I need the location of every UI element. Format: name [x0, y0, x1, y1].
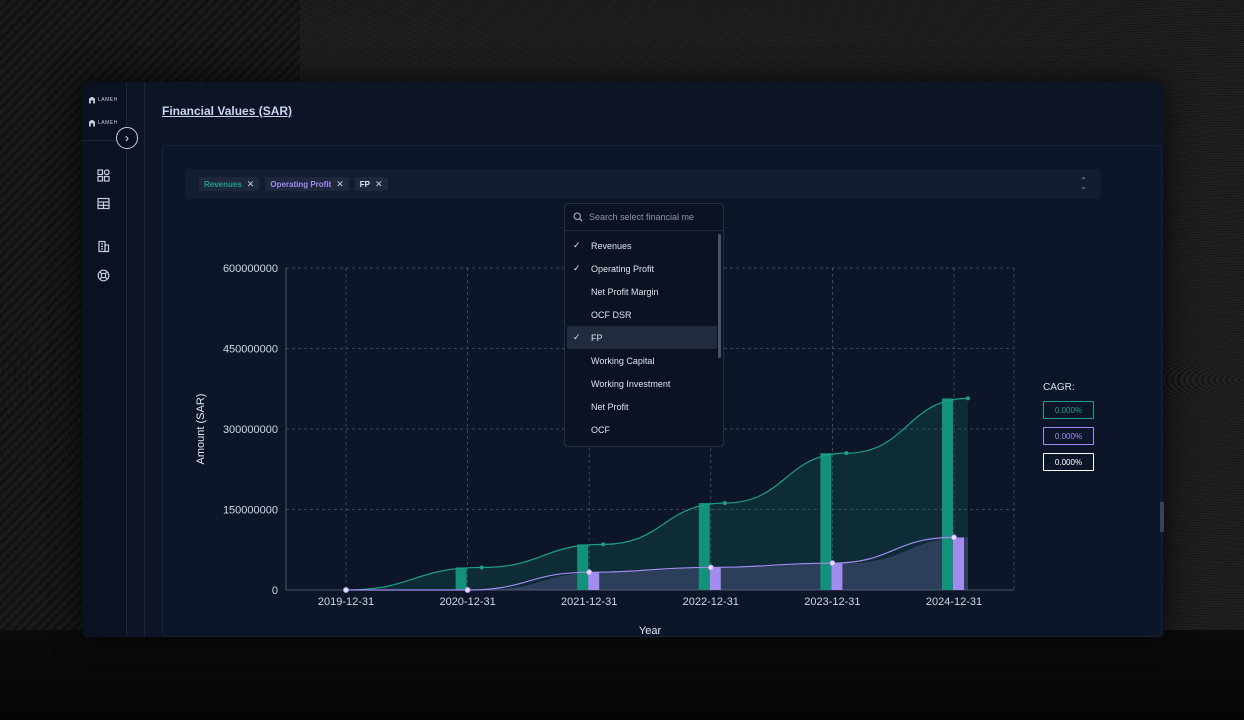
search-input[interactable]: Search select financial me: [589, 212, 694, 222]
y-tick-label: 150000000: [223, 505, 278, 517]
y-axis-label: Amount (SAR): [195, 394, 207, 465]
data-point: [586, 569, 593, 576]
option-label: Net Profit Margin: [591, 286, 659, 297]
data-point: [722, 501, 727, 506]
x-tick-label: 2020-12-31: [439, 596, 495, 608]
data-point: [464, 586, 471, 593]
dropdown-option[interactable]: ✓ FP: [567, 326, 717, 349]
metric-dropdown: Search select financial me ✓ Revenues ✓ Ope…: [564, 203, 724, 447]
cagr-title: CAGR:: [1043, 382, 1075, 393]
data-point: [966, 396, 970, 401]
option-label: Working Capital: [591, 355, 655, 366]
bar-operating-profit: [831, 563, 843, 590]
chip-label: Revenues: [204, 179, 242, 189]
x-tick-label: 2022-12-31: [683, 596, 739, 608]
chip-fp[interactable]: FP ✕: [354, 177, 388, 191]
check-icon: ✓: [573, 263, 581, 273]
data-point: [829, 560, 836, 567]
x-axis-label: Year: [639, 625, 662, 637]
option-label: Working Investment: [591, 378, 671, 389]
x-tick-label: 2024-12-31: [926, 596, 982, 608]
data-point: [951, 534, 958, 541]
data-point: [707, 564, 714, 571]
check-icon: ✓: [573, 332, 581, 342]
dropdown-option[interactable]: OCF DSR: [567, 303, 717, 326]
support-icon[interactable]: [96, 268, 110, 282]
logo-icon: [89, 96, 95, 104]
option-label: FP: [591, 332, 603, 343]
chip-label: Operating Profit: [270, 179, 332, 189]
dropdown-option[interactable]: ✓ Operating Profit: [567, 257, 717, 280]
scroll-handle[interactable]: [1160, 502, 1164, 532]
dropdown-option[interactable]: Net Profit: [567, 395, 717, 418]
chip-label: FP: [359, 179, 371, 189]
option-label: Net Profit: [591, 401, 629, 412]
bar-revenues: [820, 453, 832, 590]
background-bottom: [0, 630, 1244, 720]
bar-operating-profit: [953, 537, 964, 590]
page-title[interactable]: Financial Values (SAR): [162, 104, 292, 118]
bar-revenues: [698, 503, 710, 590]
data-point: [342, 586, 349, 593]
sidebar-toggle-button[interactable]: ›: [116, 127, 138, 149]
x-tick-label: 2019-12-31: [318, 596, 374, 608]
data-point: [601, 542, 606, 547]
building-icon[interactable]: [96, 239, 110, 253]
x-tick-label: 2023-12-31: [804, 596, 860, 608]
close-icon[interactable]: ✕: [336, 179, 344, 190]
close-icon[interactable]: ✕: [375, 179, 383, 190]
cagr-value-fp: 0.000%: [1043, 453, 1094, 471]
bar-operating-profit: [709, 567, 721, 590]
dropdown-option[interactable]: Working Investment: [567, 372, 717, 395]
y-tick-label: 300000000: [223, 424, 278, 436]
y-tick-label: 0: [272, 585, 278, 597]
logo[interactable]: LAMEH: [89, 95, 118, 105]
chevron-up-down-icon[interactable]: ⌃ ⌄: [1080, 177, 1087, 191]
x-tick-label: 2021-12-31: [561, 596, 617, 608]
check-icon: ✓: [573, 240, 581, 250]
logo-text: LAMEH: [98, 120, 118, 126]
cagr-value-operating-profit: 0.000%: [1043, 427, 1094, 445]
dropdown-scrollbar[interactable]: [718, 234, 721, 358]
content-divider: [144, 82, 145, 637]
dropdown-option[interactable]: Working Capital: [567, 349, 717, 372]
logo-text: LAMEH: [98, 97, 118, 103]
search-icon: [573, 212, 583, 222]
option-label: OCF DSR: [591, 309, 632, 320]
chevron-right-icon: ›: [125, 131, 129, 145]
chip-revenues[interactable]: Revenues ✕: [199, 177, 260, 191]
option-label: Revenues: [591, 240, 632, 251]
y-tick-label: 450000000: [223, 344, 278, 356]
dropdown-list: ✓ Revenues ✓ Operating Profit Net Profit Mar…: [567, 234, 717, 441]
table-icon[interactable]: [96, 196, 110, 210]
logo-icon: [89, 119, 95, 127]
data-point: [844, 451, 849, 456]
logo-secondary[interactable]: LAMEH: [89, 118, 118, 128]
option-label: OCF: [591, 424, 610, 435]
data-point: [479, 565, 484, 570]
sidebar: LAMEH LAMEH: [82, 82, 127, 637]
close-icon[interactable]: ✕: [247, 179, 255, 190]
dashboard-icon[interactable]: [96, 168, 110, 182]
dropdown-search[interactable]: Search select financial me: [565, 204, 723, 231]
bar-revenues: [455, 567, 467, 590]
dropdown-option[interactable]: ✓ Revenues: [567, 234, 717, 257]
bar-revenues: [577, 544, 589, 590]
metric-multiselect[interactable]: Revenues ✕ Operating Profit ✕ FP ✕ ⌃ ⌄: [185, 169, 1101, 199]
dropdown-option[interactable]: Net Profit Margin: [567, 280, 717, 303]
dropdown-option[interactable]: OCF: [567, 418, 717, 441]
chip-operating-profit[interactable]: Operating Profit ✕: [265, 177, 349, 191]
cagr-value-revenues: 0.000%: [1043, 401, 1094, 419]
app-window: LAMEH LAMEH › Financial Values (SAR) Rev…: [82, 82, 1164, 637]
bar-revenues: [942, 398, 953, 590]
option-label: Operating Profit: [591, 263, 655, 274]
y-tick-label: 600000000: [223, 263, 278, 275]
